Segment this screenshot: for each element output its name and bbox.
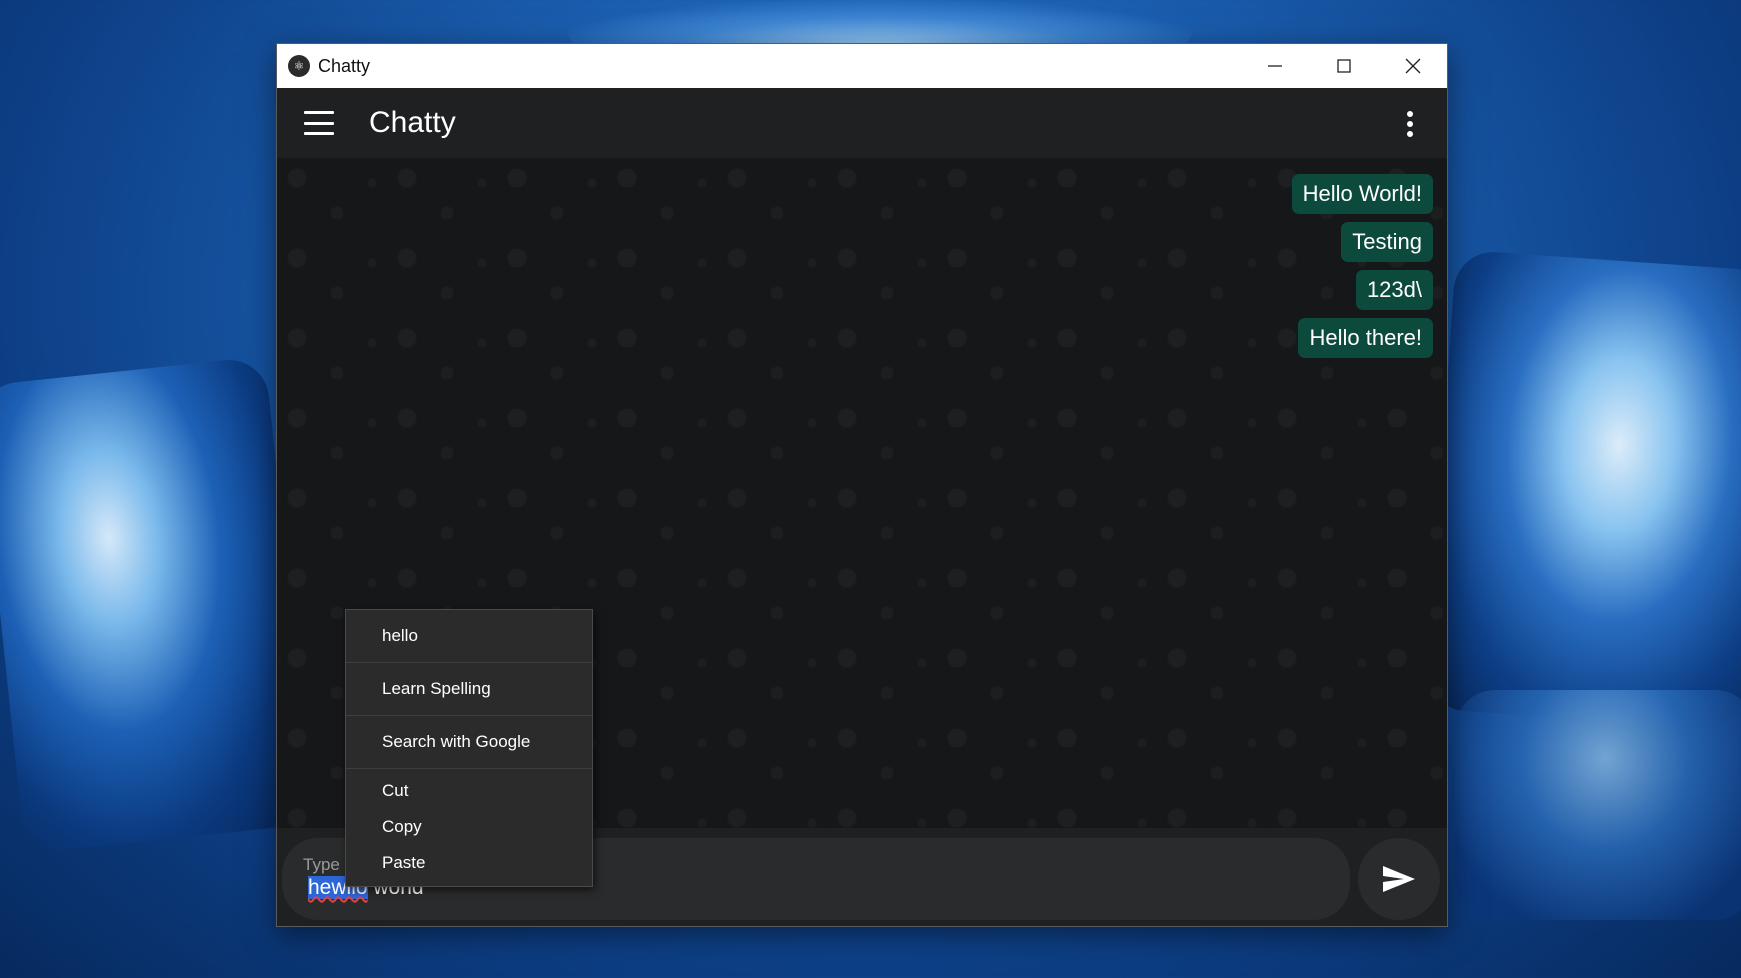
context-menu-suggestion[interactable]: hello	[346, 610, 592, 663]
message-list: Hello World! Testing 123d\ Hello there!	[1291, 174, 1433, 358]
maximize-icon	[1336, 59, 1351, 73]
app-title: Chatty	[369, 106, 456, 139]
close-button[interactable]	[1378, 44, 1447, 88]
window-title: Chatty	[318, 55, 371, 76]
send-button[interactable]	[1358, 838, 1440, 920]
context-menu-learn-spelling[interactable]: Learn Spelling	[346, 663, 592, 716]
hamburger-icon[interactable]	[304, 111, 334, 135]
context-menu-search-google[interactable]: Search with Google	[346, 716, 592, 769]
message-bubble: Hello there!	[1298, 318, 1433, 358]
background-decoration	[1455, 690, 1741, 920]
window-controls	[1240, 44, 1447, 88]
background-decoration	[0, 356, 314, 854]
more-vert-icon[interactable]	[1406, 111, 1414, 137]
context-menu-cut[interactable]: Cut	[346, 773, 592, 809]
input-label: Type	[303, 855, 340, 874]
context-menu: hello Learn Spelling Search with Google …	[345, 609, 593, 887]
minimize-icon	[1267, 65, 1282, 67]
close-icon	[1405, 58, 1420, 74]
title-bar[interactable]: ⚛ Chatty	[277, 44, 1447, 88]
maximize-button[interactable]	[1309, 44, 1378, 88]
message-bubble: 123d\	[1355, 270, 1433, 310]
send-icon	[1383, 866, 1415, 892]
context-menu-copy[interactable]: Copy	[346, 809, 592, 845]
app-logo-icon: ⚛	[288, 55, 310, 77]
minimize-button[interactable]	[1240, 44, 1309, 88]
message-bubble: Testing	[1341, 222, 1433, 262]
app-bar: Chatty	[277, 88, 1447, 158]
context-menu-paste[interactable]: Paste	[346, 845, 592, 881]
message-bubble: Hello World!	[1291, 174, 1433, 214]
background-decoration	[1424, 249, 1741, 731]
